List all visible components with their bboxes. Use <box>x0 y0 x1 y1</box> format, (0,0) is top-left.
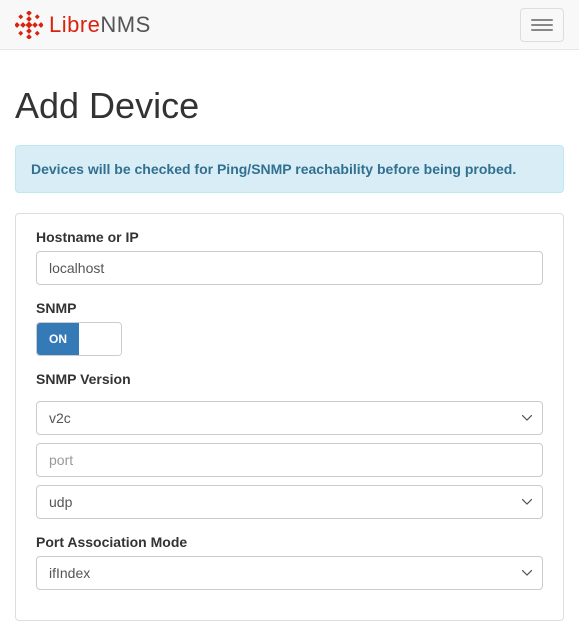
librenms-logo-icon <box>15 11 43 39</box>
navbar: LibreNMS <box>0 0 579 50</box>
page-title: Add Device <box>15 85 564 127</box>
snmp-group: SNMP ON <box>36 300 543 356</box>
snmp-toggle-on: ON <box>37 323 79 355</box>
port-assoc-label: Port Association Mode <box>36 534 543 550</box>
snmp-version-label: SNMP Version <box>36 371 543 387</box>
brand-first: Libre <box>49 12 100 37</box>
hostname-label: Hostname or IP <box>36 229 543 245</box>
snmp-toggle-off <box>79 323 121 355</box>
add-device-panel: Hostname or IP SNMP ON SNMP Version v2c … <box>15 213 564 621</box>
menu-toggle-button[interactable] <box>520 8 564 42</box>
snmp-transport-select[interactable]: udp <box>36 485 543 519</box>
brand-text: LibreNMS <box>49 12 151 38</box>
snmp-toggle[interactable]: ON <box>36 322 122 356</box>
hostname-group: Hostname or IP <box>36 229 543 285</box>
port-assoc-group: Port Association Mode ifIndex <box>36 534 543 590</box>
snmp-version-group: SNMP Version v2c udp <box>36 371 543 519</box>
brand-second: NMS <box>100 12 150 37</box>
snmp-version-select[interactable]: v2c <box>36 401 543 435</box>
main-container: Add Device Devices will be checked for P… <box>0 50 579 636</box>
panel-body: Hostname or IP SNMP ON SNMP Version v2c … <box>16 214 563 620</box>
brand-link[interactable]: LibreNMS <box>15 11 151 39</box>
snmp-label: SNMP <box>36 300 543 316</box>
hamburger-icon <box>531 19 553 21</box>
hostname-input[interactable] <box>36 251 543 285</box>
port-assoc-select[interactable]: ifIndex <box>36 556 543 590</box>
snmp-port-input[interactable] <box>36 443 543 477</box>
info-alert: Devices will be checked for Ping/SNMP re… <box>15 145 564 193</box>
